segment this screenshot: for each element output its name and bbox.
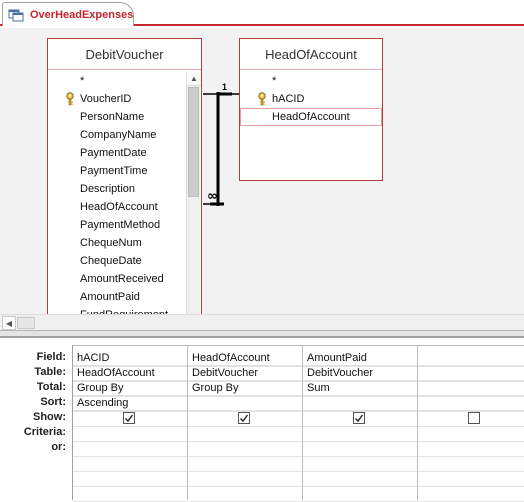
show-checkbox[interactable]	[238, 412, 250, 424]
vertical-scrollbar[interactable]: ▲	[186, 72, 201, 314]
relationship-one-label: 1	[222, 82, 227, 92]
tab-overheadexpenses[interactable]: OverHeadExpenses	[2, 2, 134, 26]
field-item[interactable]: HeadOfAccount	[240, 108, 382, 126]
field-label: PaymentMethod	[80, 219, 161, 231]
query-grid-sort-cell[interactable]	[418, 396, 524, 411]
primary-key-icon	[258, 92, 266, 106]
field-label: Description	[80, 183, 136, 195]
query-grid-total-cell[interactable]: Group By	[188, 381, 302, 396]
query-grid-row-label: or:	[51, 441, 66, 453]
query-grid-total-cell[interactable]	[418, 381, 524, 396]
field-label: VoucherID	[80, 93, 132, 105]
query-grid-row-label: Criteria:	[23, 426, 66, 438]
query-grid-total-cell[interactable]: Group By	[73, 381, 187, 396]
field-item[interactable]: CompanyName	[48, 126, 201, 144]
checkmark-icon	[125, 414, 134, 423]
scroll-up-icon[interactable]: ▲	[187, 72, 201, 86]
table-debitvoucher[interactable]: DebitVoucher * VoucherID PersonName Company…	[47, 38, 202, 314]
query-grid-row-labels: Field: Table: Total: Sort: Show: Criteria: or:	[0, 350, 72, 455]
scroll-thumb[interactable]	[188, 87, 199, 197]
query-grid-row-label: Total:	[36, 381, 66, 393]
field-item[interactable]: *	[240, 72, 382, 90]
query-grid-column[interactable]: AmountPaid DebitVoucher Sum	[303, 346, 418, 500]
query-grid-columns[interactable]: hACID HeadOfAccount Group By Ascending HeadO…	[72, 345, 524, 502]
field-label: HeadOfAccount	[272, 111, 350, 123]
table-title[interactable]: DebitVoucher	[48, 39, 201, 70]
field-item[interactable]: *	[48, 72, 201, 90]
field-label: ChequeNum	[80, 237, 142, 249]
horizontal-scrollbar[interactable]: ◀	[0, 314, 524, 330]
field-label: *	[272, 75, 277, 87]
show-checkbox[interactable]	[353, 412, 365, 424]
primary-key-icon	[66, 92, 74, 106]
field-label: AmountPaid	[80, 291, 140, 303]
field-item[interactable]: PaymentMethod	[48, 216, 201, 234]
table-title[interactable]: HeadOfAccount	[240, 39, 382, 70]
field-label: CompanyName	[80, 129, 157, 141]
query-grid-table-cell[interactable]: HeadOfAccount	[73, 366, 187, 381]
query-grid-row-label: Table:	[34, 366, 66, 378]
field-list: * VoucherID PersonName CompanyName PaymentDa…	[48, 70, 201, 314]
query-grid-field-cell[interactable]: hACID	[73, 351, 187, 366]
query-design-pane[interactable]: DebitVoucher * VoucherID PersonName Company…	[0, 28, 524, 314]
query-grid-total-cell[interactable]: Sum	[303, 381, 417, 396]
query-grid-sort-cell[interactable]	[303, 396, 417, 411]
query-grid-sort-cell[interactable]: Ascending	[73, 396, 187, 411]
table-headofaccount[interactable]: HeadOfAccount * hACID HeadOfAccount	[239, 38, 383, 181]
checkmark-icon	[240, 414, 249, 423]
field-label: ChequeDate	[80, 255, 142, 267]
checkmark-icon	[355, 414, 364, 423]
field-item[interactable]: ChequeNum	[48, 234, 201, 252]
field-label: AmountReceived	[80, 273, 164, 285]
query-grid-table-cell[interactable]	[418, 366, 524, 381]
relationship-many-label: ∞	[207, 189, 218, 204]
query-grid-column[interactable]: hACID HeadOfAccount Group By Ascending	[73, 346, 188, 500]
field-item[interactable]: PersonName	[48, 108, 201, 126]
query-grid-field-cell[interactable]	[418, 351, 524, 366]
field-item[interactable]: HeadOfAccount	[48, 198, 201, 216]
field-label: PersonName	[80, 111, 145, 123]
query-grid-field-cell[interactable]: AmountPaid	[303, 351, 417, 366]
tab-label: OverHeadExpenses	[30, 8, 134, 21]
query-grid-table-cell[interactable]: DebitVoucher	[303, 366, 417, 381]
field-label: PaymentTime	[80, 165, 148, 177]
field-list: * hACID HeadOfAccount	[240, 70, 382, 126]
field-item[interactable]: hACID	[240, 90, 382, 108]
field-label: hACID	[272, 93, 305, 105]
show-checkbox[interactable]	[123, 412, 135, 424]
query-grid: Field: Table: Total: Sort: Show: Criteria: or:…	[0, 338, 524, 502]
query-grid-row-label: Sort:	[40, 396, 66, 408]
field-item[interactable]: FundRequirement	[48, 306, 201, 314]
field-item[interactable]: PaymentDate	[48, 144, 201, 162]
query-grid-row-label: Field:	[36, 351, 66, 363]
field-label: *	[80, 75, 85, 87]
scroll-left-icon[interactable]: ◀	[2, 316, 16, 330]
field-label: HeadOfAccount	[80, 201, 158, 213]
field-item[interactable]: ChequeDate	[48, 252, 201, 270]
scroll-thumb[interactable]	[17, 317, 35, 329]
field-item[interactable]: PaymentTime	[48, 162, 201, 180]
field-item[interactable]: VoucherID	[48, 90, 201, 108]
field-item[interactable]: AmountPaid	[48, 288, 201, 306]
query-grid-column[interactable]	[418, 346, 524, 500]
field-item[interactable]: AmountReceived	[48, 270, 201, 288]
query-grid-column[interactable]: HeadOfAccount DebitVoucher Group By	[188, 346, 303, 500]
query-icon	[8, 8, 24, 22]
query-grid-field-cell[interactable]: HeadOfAccount	[188, 351, 302, 366]
query-grid-sort-cell[interactable]	[188, 396, 302, 411]
show-checkbox[interactable]	[468, 412, 480, 424]
document-tab-bar: OverHeadExpenses	[0, 0, 524, 26]
pane-splitter[interactable]	[0, 330, 524, 338]
field-item[interactable]: Description	[48, 180, 201, 198]
query-grid-table-cell[interactable]: DebitVoucher	[188, 366, 302, 381]
field-label: PaymentDate	[80, 147, 147, 159]
query-grid-row-label: Show:	[33, 411, 66, 423]
